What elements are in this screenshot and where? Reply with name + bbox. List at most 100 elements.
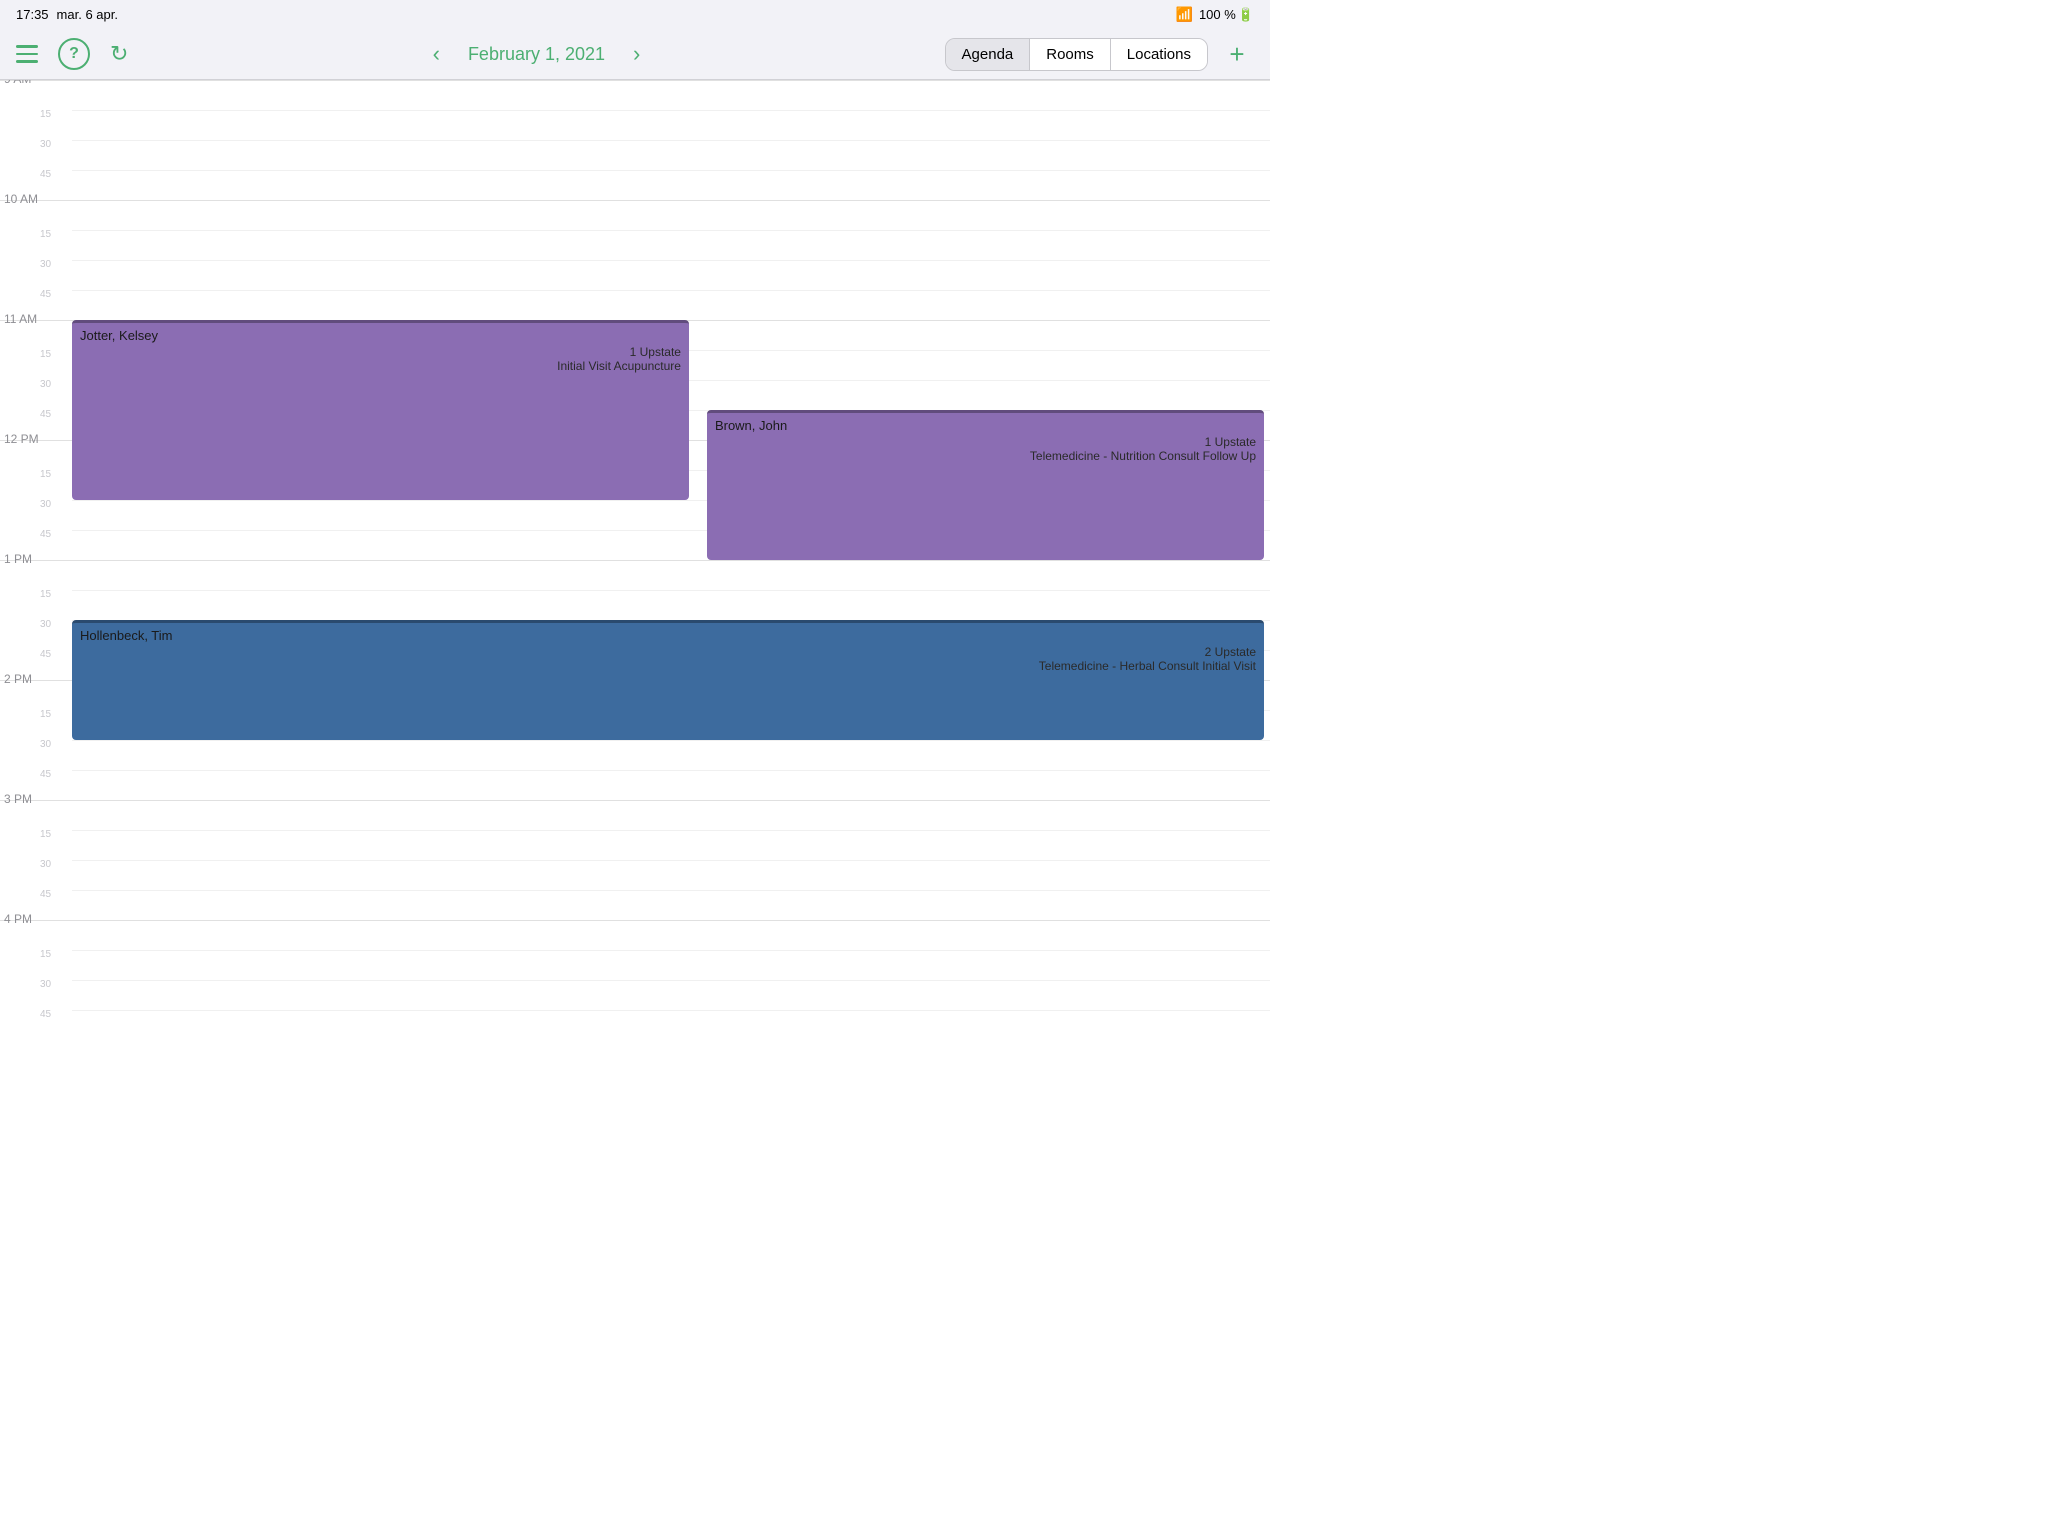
hour-line-16 [72,920,1270,921]
quarter-line-16-90 [72,1010,1270,1011]
event-meta-evt2: 1 UpstateTelemedicine - Nutrition Consul… [715,435,1256,463]
time-slot-11-am: 11 AM153045 [0,320,72,440]
quarter-line-9-90 [72,170,1270,171]
time-sub-14-30: 30 [40,739,51,750]
time-sub-10-15: 15 [40,229,51,240]
wifi-icon: 📶 [1176,6,1193,23]
help-button[interactable]: ? [58,38,90,70]
status-bar: 17:35 mar. 6 apr. 📶 100 % 🔋 [0,0,1270,29]
hour-line-10 [72,200,1270,201]
status-date: mar. 6 apr. [57,7,118,22]
prev-button[interactable]: ‹ [425,37,448,71]
time-sub-16-30: 30 [40,979,51,990]
time-sub-9-15: 15 [40,109,51,120]
quarter-line-14-60 [72,740,1270,741]
quarter-line-15-90 [72,890,1270,891]
quarter-line-9-30 [72,110,1270,111]
quarter-line-15-30 [72,830,1270,831]
quarter-line-16-30 [72,950,1270,951]
time-sub-14-15: 15 [40,709,51,720]
event-evt1[interactable]: Jotter, Kelsey 1 UpstateInitial Visit Acu… [72,320,689,500]
time-slot-4-pm: 4 PM153045 [0,920,72,1040]
time-label-14: 2 PM [4,672,32,686]
add-icon: + [1229,39,1244,70]
hour-line-13 [72,560,1270,561]
quarter-line-13-30 [72,590,1270,591]
time-sub-16-45: 45 [40,1009,51,1020]
view-toggle: Agenda Rooms Locations [945,38,1208,71]
refresh-button[interactable]: ↻ [110,41,128,67]
quarter-line-10-30 [72,230,1270,231]
battery-indicator: 100 % 🔋 [1199,7,1254,23]
time-slot-10-am: 10 AM153045 [0,200,72,320]
help-icon: ? [69,45,79,63]
time-sub-9-30: 30 [40,139,51,150]
event-meta-evt3: 2 UpstateTelemedicine - Herbal Consult I… [80,645,1256,673]
time-sub-13-30: 30 [40,619,51,630]
time-sub-11-15: 15 [40,349,51,360]
agenda-view-button[interactable]: Agenda [946,39,1031,70]
time-label-13: 1 PM [4,552,32,566]
time-sub-13-45: 45 [40,649,51,660]
battery-text: 100 % [1199,7,1236,22]
time-sub-9-45: 45 [40,169,51,180]
hour-line-9 [72,80,1270,81]
time-column: 9 AM15304510 AM15304511 AM15304512 PM153… [0,80,72,1536]
quarter-line-10-90 [72,290,1270,291]
status-time: 17:35 [16,7,49,22]
locations-view-button[interactable]: Locations [1111,39,1207,70]
status-bar-right: 📶 100 % 🔋 [1176,6,1255,23]
event-patient-name-evt1: Jotter, Kelsey [80,328,681,343]
add-button[interactable]: + [1220,37,1254,71]
quarter-line-16-60 [72,980,1270,981]
toolbar-right: Agenda Rooms Locations + [945,37,1254,71]
event-patient-name-evt2: Brown, John [715,418,1256,433]
time-label-15: 3 PM [4,792,32,806]
toolbar: ? ↻ ‹ February 1, 2021 › Agenda Rooms Lo… [0,29,1270,80]
time-sub-15-45: 45 [40,889,51,900]
events-column: Jotter, Kelsey 1 UpstateInitial Visit Acu… [72,80,1270,1040]
quarter-line-15-60 [72,860,1270,861]
hour-line-15 [72,800,1270,801]
time-slot-9-am: 9 AM 15 30 45 [0,80,72,200]
time-sub-10-45: 45 [40,289,51,300]
time-label-11: 11 AM [4,312,37,326]
time-sub-12-15: 15 [40,469,51,480]
menu-button[interactable] [16,45,38,63]
time-slot-12-pm: 12 PM153045 [0,440,72,560]
quarter-line-10-60 [72,260,1270,261]
rooms-view-button[interactable]: Rooms [1030,39,1111,70]
time-sub-12-30: 30 [40,499,51,510]
time-sub-11-45: 45 [40,409,51,420]
hamburger-line-1 [16,45,38,48]
date-title: February 1, 2021 [468,44,605,65]
status-bar-left: 17:35 mar. 6 apr. [16,7,118,22]
event-meta-evt1: 1 UpstateInitial Visit Acupuncture [80,345,681,373]
time-sub-15-15: 15 [40,829,51,840]
time-sub-11-30: 30 [40,379,51,390]
calendar-grid: 9 AM15304510 AM15304511 AM15304512 PM153… [0,80,1270,1536]
hamburger-line-2 [16,53,38,56]
toolbar-center: ‹ February 1, 2021 › [425,37,649,71]
time-label-10: 10 AM [4,192,38,206]
event-evt3[interactable]: Hollenbeck, Tim 2 UpstateTelemedicine - H… [72,620,1264,740]
event-patient-name-evt3: Hollenbeck, Tim [80,628,1256,643]
quarter-line-14-90 [72,770,1270,771]
battery-icon: 🔋 [1238,7,1254,23]
time-slot-2-pm: 2 PM153045 [0,680,72,800]
refresh-icon: ↻ [110,41,128,67]
time-sub-13-15: 15 [40,589,51,600]
toolbar-left: ? ↻ [16,38,128,70]
hamburger-line-3 [16,60,38,63]
time-sub-12-45: 45 [40,529,51,540]
event-evt2[interactable]: Brown, John 1 UpstateTelemedicine - Nutri… [707,410,1264,560]
quarter-line-9-60 [72,140,1270,141]
time-label-12: 12 PM [4,432,39,446]
next-button[interactable]: › [625,37,648,71]
time-slot-1-pm: 1 PM153045 [0,560,72,680]
time-sub-16-15: 15 [40,949,51,960]
time-label-16: 4 PM [4,912,32,926]
time-sub-15-30: 30 [40,859,51,870]
time-label-9: 9 AM [4,80,31,86]
time-slot-3-pm: 3 PM153045 [0,800,72,920]
